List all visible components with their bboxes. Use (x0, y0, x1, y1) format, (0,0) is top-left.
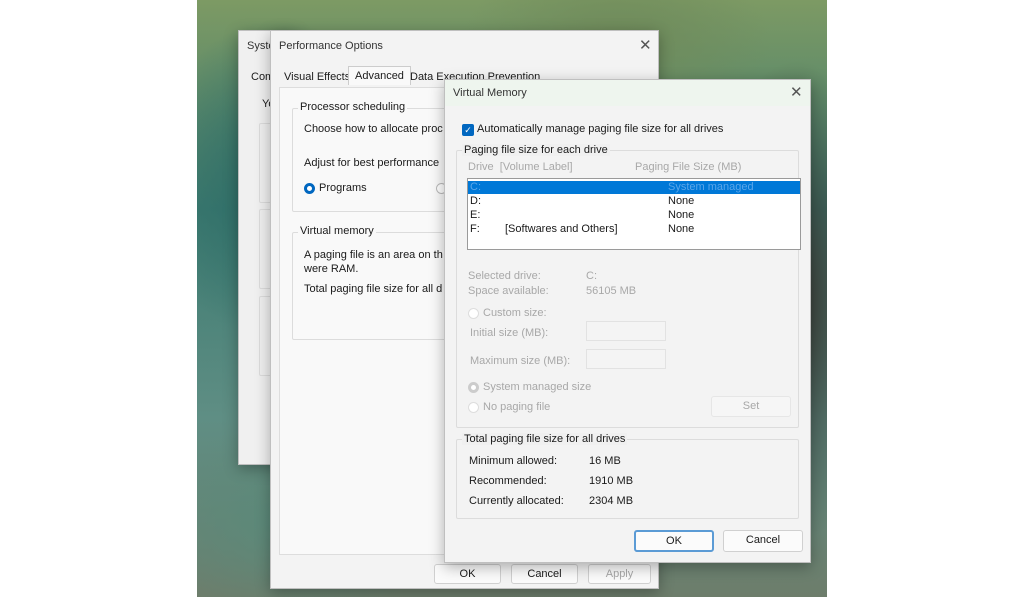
system-managed-label: System managed size (483, 381, 592, 393)
auto-manage-checkbox[interactable]: ✓ (462, 124, 474, 136)
total-paging-group: Total paging file size for all drives Mi… (456, 433, 799, 519)
paging-file-group: Paging file size for each drive Drive [V… (456, 144, 801, 428)
programs-radio[interactable] (304, 183, 315, 194)
close-icon[interactable]: ✕ (790, 83, 803, 101)
selected-drive-value: C: (586, 270, 597, 282)
drive-list[interactable]: C: System managed D: None E: None F: [So… (467, 178, 801, 250)
total-paging-text: Total paging file size for all d (304, 283, 443, 295)
tab-advanced[interactable]: Advanced (348, 66, 411, 85)
maximum-size-label: Maximum size (MB): (470, 355, 571, 367)
drive-row[interactable]: F: [Softwares and Others] None (468, 223, 800, 236)
apply-button[interactable]: Apply (588, 564, 651, 584)
column-header-size[interactable]: Paging File Size (MB) (635, 161, 741, 173)
volume-label: [Softwares and Others] (505, 223, 618, 235)
drive-letter: E: (470, 209, 481, 221)
virtual-memory-dialog: Virtual Memory ✕ ✓ Automatically manage … (444, 79, 811, 563)
drive-size: None (668, 209, 695, 221)
space-available-label: Space available: (468, 285, 549, 297)
drive-row[interactable]: E: None (468, 209, 800, 222)
total-value: 1910 MB (589, 475, 634, 487)
description: were RAM. (304, 263, 359, 275)
custom-size-label: Custom size: (483, 307, 547, 319)
group-label: Processor scheduling (298, 101, 408, 113)
total-value: 2304 MB (589, 495, 634, 507)
ok-button[interactable]: OK (434, 564, 501, 584)
system-managed-radio[interactable] (468, 382, 479, 393)
drive-letter: D: (470, 195, 481, 207)
selected-drive-label: Selected drive: (468, 270, 541, 282)
group-label: Total paging file size for all drives (462, 433, 628, 445)
total-label: Currently allocated: (469, 495, 564, 507)
description: Choose how to allocate proc (304, 123, 443, 135)
custom-size-radio[interactable] (468, 308, 479, 319)
total-label: Minimum allowed: (469, 455, 558, 467)
programs-label: Programs (319, 182, 367, 194)
cancel-button[interactable]: Cancel (511, 564, 578, 584)
total-label: Recommended: (469, 475, 547, 487)
drive-row[interactable]: D: None (468, 195, 800, 208)
group-label: Virtual memory (298, 225, 376, 237)
description: A paging file is an area on th (304, 249, 443, 261)
tab-visual-effects[interactable]: Visual Effects (284, 71, 350, 83)
cancel-button[interactable]: Cancel (723, 530, 803, 552)
drive-letter: C: (470, 181, 481, 193)
total-value: 16 MB (589, 455, 621, 467)
maximum-size-input[interactable] (586, 349, 666, 369)
no-paging-file-label: No paging file (483, 401, 551, 413)
drive-size: None (668, 195, 695, 207)
window-title: Performance Options (279, 40, 383, 52)
close-icon[interactable]: ✕ (639, 36, 652, 54)
drive-row[interactable]: C: System managed (468, 181, 800, 194)
dialog-title: Virtual Memory (453, 87, 527, 99)
drive-size: System managed (668, 181, 754, 193)
drive-letter: F: (470, 223, 480, 235)
initial-size-label: Initial size (MB): (470, 327, 549, 339)
space-available-value: 56105 MB (586, 285, 637, 297)
initial-size-input[interactable] (586, 321, 666, 341)
group-label: Paging file size for each drive (462, 144, 610, 156)
no-paging-file-radio[interactable] (468, 402, 479, 413)
description: Adjust for best performance (304, 157, 440, 169)
ok-button[interactable]: OK (634, 530, 714, 552)
auto-manage-label: Automatically manage paging file size fo… (477, 123, 724, 135)
set-button[interactable]: Set (711, 396, 791, 417)
column-header-drive[interactable]: Drive [Volume Label] (468, 161, 573, 173)
drive-size: None (668, 223, 695, 235)
